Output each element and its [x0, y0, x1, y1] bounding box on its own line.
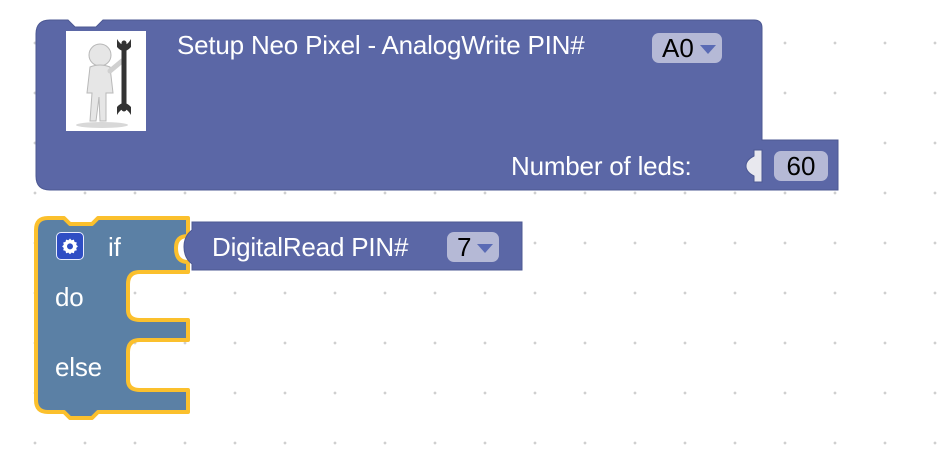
digital-pin-value: 7: [457, 232, 472, 262]
do-label: do: [55, 282, 84, 312]
else-label: else: [55, 352, 102, 382]
analog-pin-value: A0: [662, 33, 694, 63]
if-label: if: [108, 232, 121, 262]
setup-title: Setup Neo Pixel - AnalogWrite PIN#: [177, 30, 585, 60]
digital-pin-dropdown[interactable]: 7: [447, 232, 500, 262]
gear-icon: [62, 238, 78, 255]
chevron-down-icon: [477, 243, 494, 253]
analog-pin-dropdown[interactable]: A0: [652, 33, 722, 63]
chevron-down-icon: [699, 44, 716, 54]
mechanic-figure-with-wrench-icon: [76, 39, 131, 128]
leds-number-field[interactable]: 60: [774, 151, 828, 181]
digital-read-label: DigitalRead PIN#: [212, 232, 409, 262]
mutator-button[interactable]: [56, 232, 84, 260]
setup-image: [66, 31, 146, 131]
leds-label: Number of leds:: [511, 151, 692, 181]
